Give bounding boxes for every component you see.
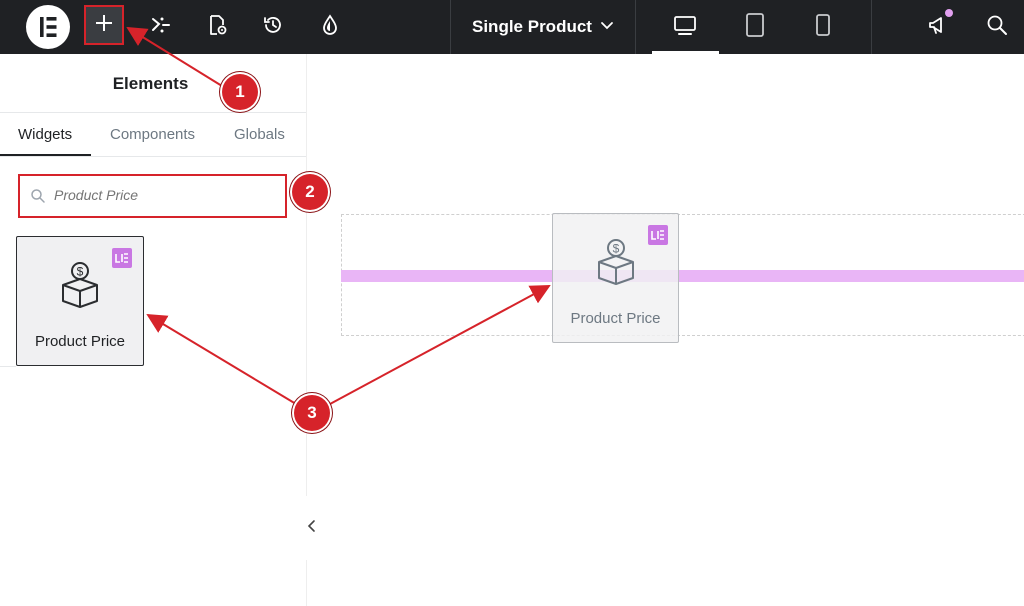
document-title: Single Product <box>472 17 592 36</box>
drop-indicator <box>341 270 1024 282</box>
panel-divider <box>0 112 306 113</box>
desktop-icon <box>673 14 697 41</box>
tabs-divider <box>0 156 306 157</box>
search-icon <box>30 188 46 209</box>
plus-icon <box>94 13 114 38</box>
dragged-widget-product-price[interactable]: $ Product Price <box>552 213 679 343</box>
tab-components[interactable]: Components <box>110 126 195 143</box>
search-button[interactable] <box>982 0 1012 54</box>
notification-dot <box>945 9 953 17</box>
tablet-icon <box>745 12 765 43</box>
structure-button[interactable] <box>146 0 176 54</box>
droplet-icon <box>320 13 340 41</box>
annotation-marker-1: 1 <box>222 74 258 110</box>
topbar-divider <box>871 0 872 54</box>
product-price-icon: $ <box>591 236 641 291</box>
collapse-panel-button[interactable] <box>301 496 323 560</box>
widget-label: Product Price <box>570 310 661 327</box>
active-device-indicator <box>652 51 719 54</box>
annotation-marker-3: 3 <box>294 395 330 431</box>
page-settings-icon <box>206 14 228 41</box>
top-bar: Single Product <box>0 0 1024 54</box>
site-settings-button[interactable] <box>315 0 345 54</box>
device-tablet-button[interactable] <box>740 0 770 54</box>
add-element-button[interactable] <box>84 5 124 45</box>
page-settings-button[interactable] <box>202 0 232 54</box>
pro-badge-icon <box>648 225 668 245</box>
elementor-logo-icon[interactable] <box>26 5 70 49</box>
device-desktop-button[interactable] <box>670 0 700 54</box>
structure-icon <box>150 14 172 41</box>
history-icon <box>262 14 284 41</box>
megaphone-icon <box>927 14 951 41</box>
mobile-icon <box>815 12 831 43</box>
document-selector[interactable]: Single Product <box>450 0 636 54</box>
history-button[interactable] <box>258 0 288 54</box>
svg-text:$: $ <box>77 265 84 279</box>
chevron-down-icon <box>599 17 615 38</box>
tab-globals[interactable]: Globals <box>234 126 285 143</box>
product-price-icon: $ <box>55 259 105 314</box>
search-icon <box>986 14 1008 41</box>
tab-widgets[interactable]: Widgets <box>18 126 72 143</box>
annotation-marker-2: 2 <box>292 174 328 210</box>
svg-text:$: $ <box>613 242 620 256</box>
device-mobile-button[interactable] <box>808 0 838 54</box>
panel-line <box>0 366 16 367</box>
chevron-left-icon <box>307 519 317 538</box>
widget-label: Product Price <box>34 333 126 350</box>
widget-product-price[interactable]: $ Product Price <box>16 236 144 366</box>
search-input[interactable] <box>52 186 276 204</box>
search-box[interactable] <box>18 174 287 218</box>
pro-badge-icon <box>112 248 132 268</box>
